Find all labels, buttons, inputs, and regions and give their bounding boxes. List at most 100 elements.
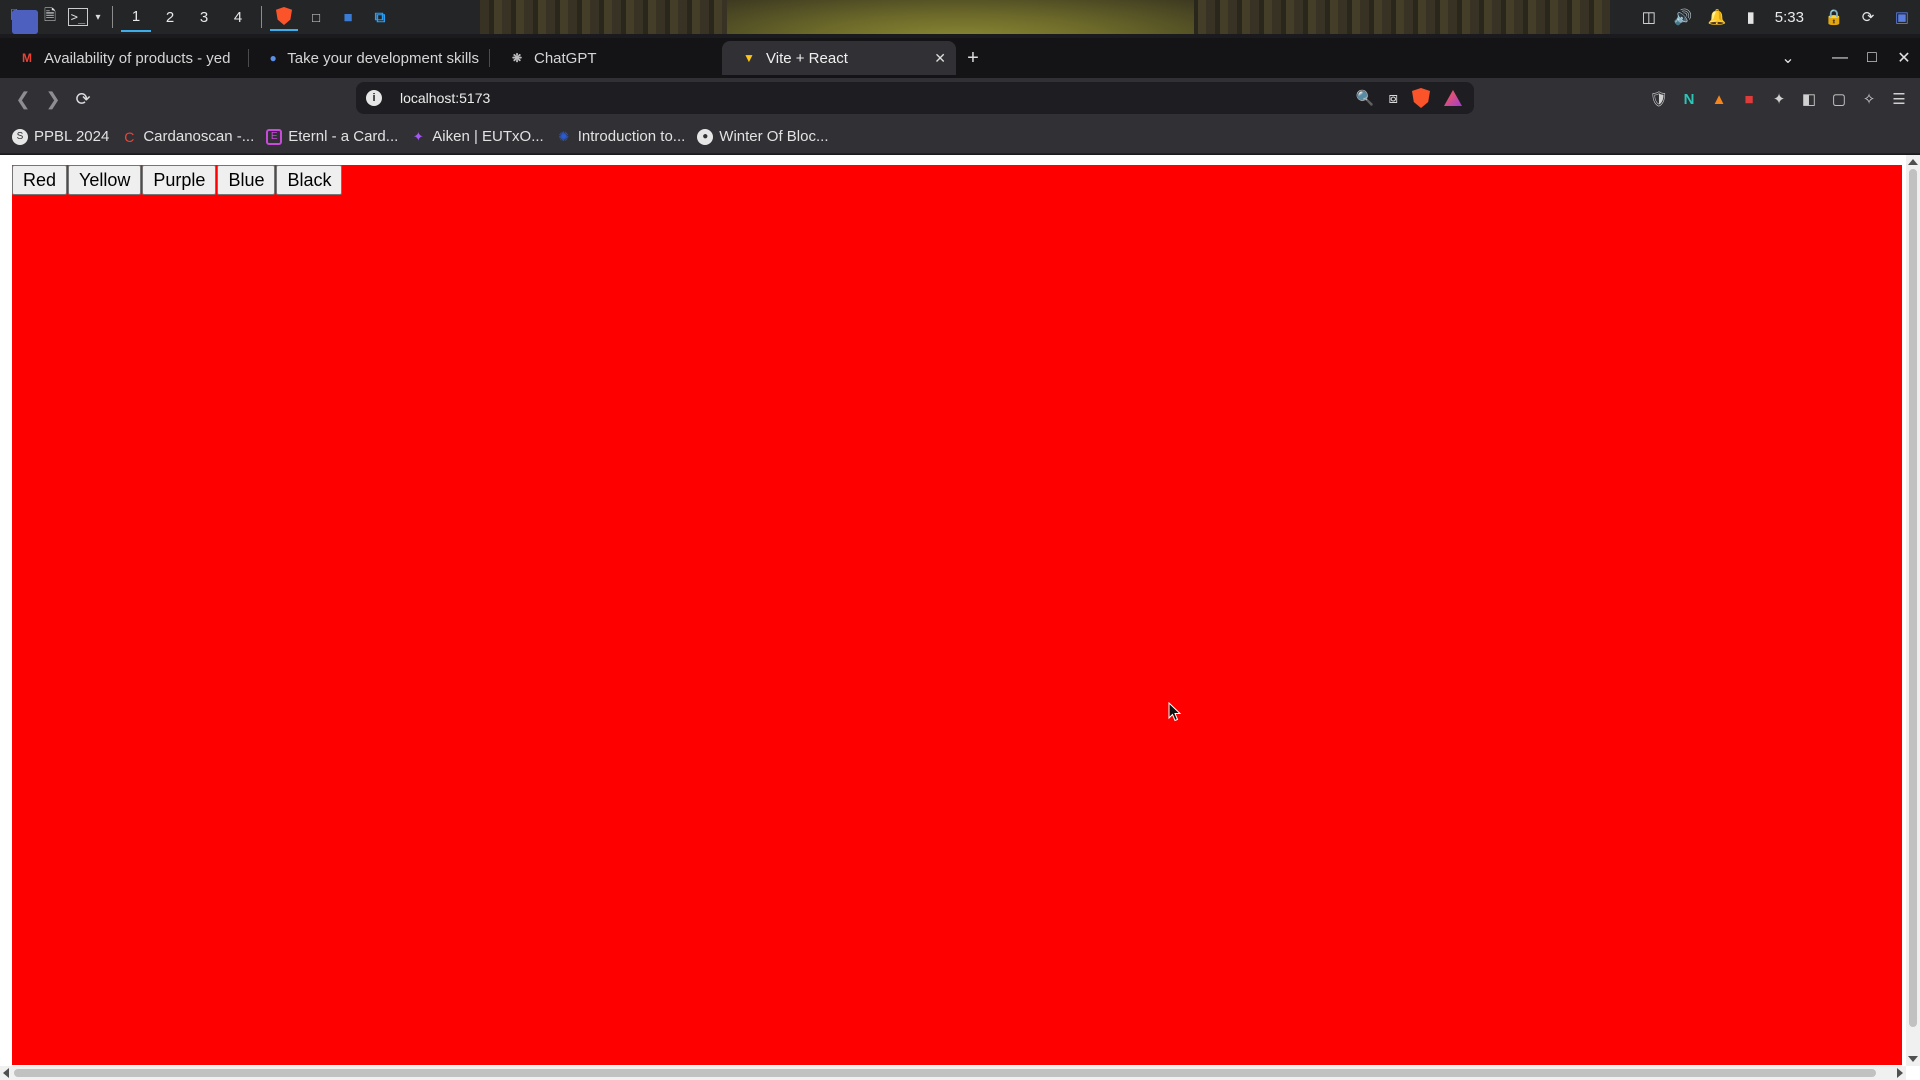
- bookmark-winter-of-blockchain[interactable]: ● Winter Of Bloc...: [695, 128, 838, 145]
- workspace-4[interactable]: 4: [223, 2, 253, 32]
- desktop-icon[interactable]: [12, 10, 38, 34]
- system-tray: ◫ 🔊 🔔 ▮ 5:33 🔒 ⟳ ▣: [1633, 0, 1920, 34]
- workspace-1[interactable]: 1: [121, 2, 151, 32]
- workspace-3[interactable]: 3: [189, 2, 219, 32]
- aiken-icon: ✦: [412, 128, 424, 144]
- vertical-scroll-thumb[interactable]: [1909, 169, 1917, 1027]
- new-tab-button[interactable]: +: [956, 41, 990, 75]
- menu-icon[interactable]: ☰: [1888, 88, 1910, 110]
- browser-toolbar: ❮ ❯ ⟳ i localhost:5173 🔍 ⧇ 🛡 N ▲ ■ ✦ ◧ ▢…: [0, 78, 1920, 120]
- gmail-icon: M: [22, 51, 32, 65]
- chatgpt-icon: ❋: [511, 51, 523, 65]
- vertical-scrollbar[interactable]: [1906, 155, 1920, 1066]
- bookmark-label: Introduction to...: [577, 128, 686, 145]
- yellow-button[interactable]: Yellow: [68, 165, 142, 195]
- bookmark-cardanoscan[interactable]: C Cardanoscan -...: [119, 128, 264, 145]
- brave-shields-icon[interactable]: [1412, 88, 1430, 108]
- show-desktop-icon[interactable]: ▣: [1886, 3, 1918, 31]
- share-icon[interactable]: ⧇: [1388, 90, 1398, 107]
- maximize-icon[interactable]: □: [1856, 49, 1888, 67]
- scroll-up-arrow-icon[interactable]: [1908, 159, 1918, 165]
- browser-tab-strip: M Availability of products - yed ● Take …: [0, 38, 1920, 78]
- black-button[interactable]: Black: [276, 165, 343, 195]
- globe-icon: ●: [269, 51, 277, 65]
- bookmark-eternl[interactable]: E Eternl - a Card...: [264, 128, 408, 145]
- restart-icon[interactable]: ⟳: [1852, 3, 1884, 31]
- minimize-icon[interactable]: —: [1824, 49, 1856, 67]
- extension-n-icon[interactable]: N: [1678, 88, 1700, 110]
- brave-browser-icon[interactable]: [270, 3, 298, 31]
- address-bar-actions: 🔍 ⧇: [1356, 82, 1462, 114]
- taskbar: S 🗀 🗎 >_ ▾ 1 2 3 4 □ ■ ⧉ ◫ 🔊 🔔 ▮ 5:33 🔒 …: [0, 0, 1920, 34]
- blue-button[interactable]: Blue: [217, 165, 276, 195]
- leo-ai-icon[interactable]: ✧: [1858, 88, 1880, 110]
- tab-title: ChatGPT: [534, 49, 597, 67]
- battery-icon[interactable]: ▮: [1735, 3, 1767, 31]
- desktop: S 🗀 🗎 >_ ▾ 1 2 3 4 □ ■ ⧉ ◫ 🔊 🔔 ▮ 5:33 🔒 …: [0, 0, 1920, 1080]
- taskbar-separator: [112, 6, 113, 28]
- extensions-area: 🛡 N ▲ ■ ✦ ◧ ▢ ✧ ☰: [1648, 78, 1920, 120]
- brave-rewards-icon[interactable]: [1444, 90, 1462, 106]
- taskbar-left: S 🗀 🗎 >_ ▾ 1 2 3 4 □ ■ ⧉: [0, 0, 394, 34]
- github-icon: ●: [697, 128, 714, 145]
- bookmark-label: Cardanoscan -...: [143, 128, 255, 145]
- window-controls: ⌄ — □ ✕: [1772, 38, 1920, 78]
- tab-development[interactable]: ● Take your development skills: [249, 41, 489, 75]
- bookmark-ppbl[interactable]: S PPBL 2024: [10, 128, 119, 145]
- lock-icon[interactable]: 🔒: [1818, 3, 1850, 31]
- site-info-icon[interactable]: i: [366, 90, 382, 106]
- color-changer-app: Red Yellow Purple Blue Black: [12, 165, 1902, 1065]
- text-editor-icon[interactable]: 🗎: [36, 3, 64, 31]
- ppbl-icon: S: [12, 128, 28, 145]
- volume-icon[interactable]: 🔊: [1667, 3, 1699, 31]
- vpn-shield-icon[interactable]: 🛡: [1648, 88, 1670, 110]
- screen-icon[interactable]: ◫: [1633, 3, 1665, 31]
- horizontal-scrollbar[interactable]: [0, 1066, 1906, 1080]
- tab-gmail[interactable]: M Availability of products - yed: [0, 41, 248, 75]
- bookmark-introduction[interactable]: ✺ Introduction to...: [554, 128, 696, 145]
- horizontal-scroll-thumb[interactable]: [14, 1069, 1876, 1077]
- scroll-down-arrow-icon[interactable]: [1908, 1056, 1918, 1062]
- close-window-icon[interactable]: ✕: [1888, 48, 1920, 68]
- forward-button[interactable]: ❯: [38, 84, 68, 114]
- taskbar-separator: [261, 6, 262, 28]
- wallpaper-center: [727, 0, 1194, 34]
- tab-chatgpt[interactable]: ❋ ChatGPT: [490, 41, 722, 75]
- wallet-icon[interactable]: ▢: [1828, 88, 1850, 110]
- url-text[interactable]: localhost:5173: [400, 90, 490, 106]
- cardanoscan-icon: C: [124, 128, 135, 145]
- color-button-bar: Red Yellow Purple Blue Black: [12, 165, 343, 195]
- tab-close-icon[interactable]: ✕: [934, 50, 946, 67]
- extension-red-icon[interactable]: ■: [1738, 88, 1760, 110]
- eternl-icon: E: [266, 128, 283, 145]
- bookmark-label: Aiken | EUTxO...: [432, 128, 544, 145]
- extensions-puzzle-icon[interactable]: ✦: [1768, 88, 1790, 110]
- tab-list-chevron-icon[interactable]: ⌄: [1772, 48, 1804, 68]
- bookmark-aiken[interactable]: ✦ Aiken | EUTxO...: [408, 128, 553, 145]
- terminal-window-icon[interactable]: □: [302, 3, 330, 31]
- chevron-down-icon[interactable]: ▾: [92, 3, 104, 31]
- clock[interactable]: 5:33: [1769, 9, 1816, 26]
- workspace-2[interactable]: 2: [155, 2, 185, 32]
- back-button[interactable]: ❮: [8, 84, 38, 114]
- bookmark-label: Eternl - a Card...: [288, 128, 399, 145]
- scroll-right-arrow-icon[interactable]: [1897, 1068, 1903, 1078]
- tab-title: Availability of products - yed: [44, 49, 231, 67]
- red-button[interactable]: Red: [12, 165, 68, 195]
- zoom-icon[interactable]: 🔍: [1356, 89, 1375, 107]
- terminal-icon[interactable]: >_: [68, 8, 88, 26]
- tab-title: Vite + React: [766, 49, 848, 67]
- tab-vite-react[interactable]: ▼ Vite + React ✕: [722, 41, 956, 75]
- reload-button[interactable]: ⟳: [68, 84, 98, 114]
- sidebar-icon[interactable]: ◧: [1798, 88, 1820, 110]
- tab-title: Take your development skills: [287, 49, 479, 67]
- folder-icon[interactable]: ■: [334, 3, 362, 31]
- vscode-icon[interactable]: ⧉: [366, 3, 394, 31]
- purple-button[interactable]: Purple: [142, 165, 217, 195]
- address-bar[interactable]: i localhost:5173 🔍 ⧇: [356, 82, 1474, 114]
- metamask-icon[interactable]: ▲: [1708, 88, 1730, 110]
- notification-bell-icon[interactable]: 🔔: [1701, 3, 1733, 31]
- page-viewport: Red Yellow Purple Blue Black: [0, 155, 1920, 1080]
- scroll-left-arrow-icon[interactable]: [3, 1068, 9, 1078]
- bookmark-label: Winter Of Bloc...: [719, 128, 829, 145]
